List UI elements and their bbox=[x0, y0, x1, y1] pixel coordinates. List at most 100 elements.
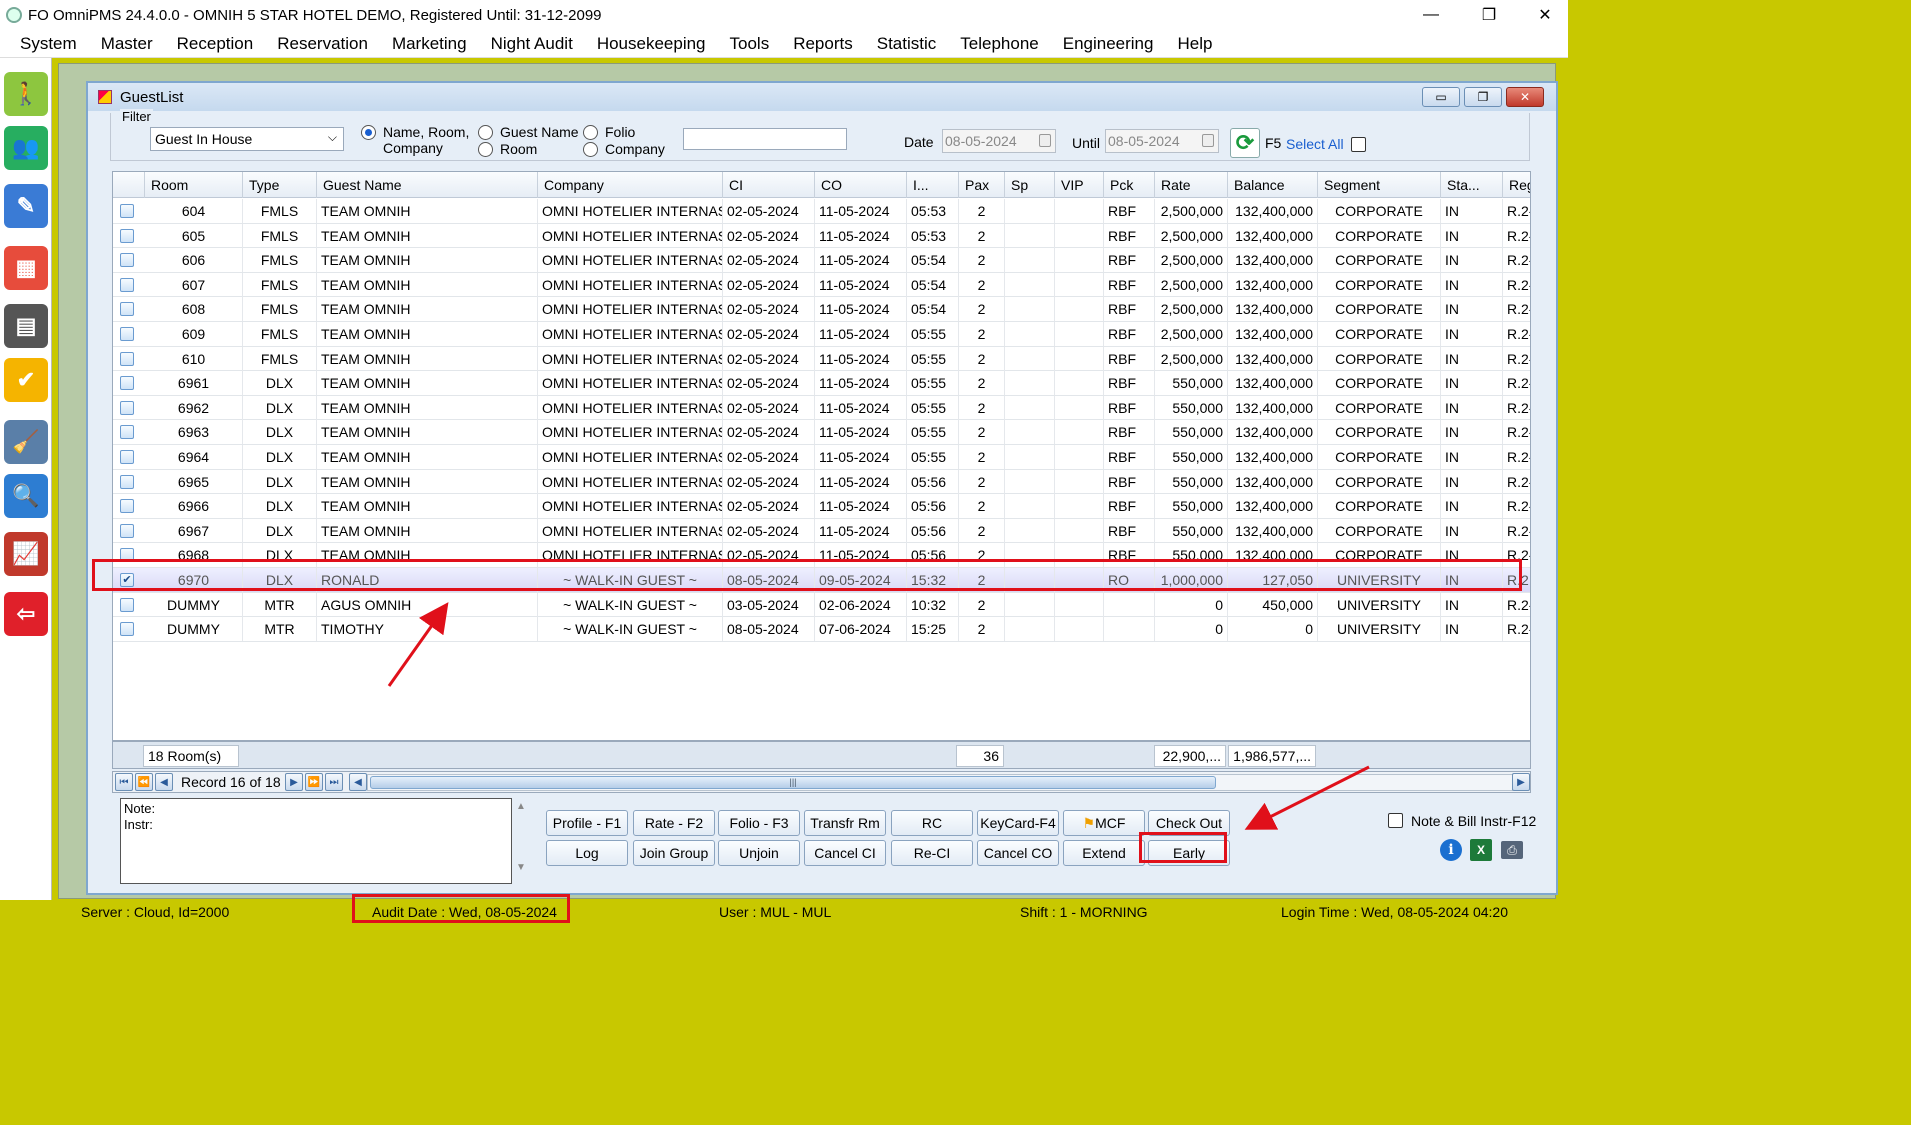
column-header-time[interactable]: I... bbox=[907, 172, 959, 198]
child-close-button[interactable]: ✕ bbox=[1506, 87, 1544, 107]
join-group-button[interactable]: Join Group bbox=[633, 840, 715, 866]
child-minimize-button[interactable]: ▭ bbox=[1422, 87, 1460, 107]
menu-engineering[interactable]: Engineering bbox=[1051, 34, 1166, 54]
row-checkbox[interactable] bbox=[120, 302, 134, 317]
filter-select[interactable]: Guest In House ⌵ bbox=[150, 127, 344, 151]
cancel-ci-button[interactable]: Cancel CI bbox=[804, 840, 886, 866]
menu-statistic[interactable]: Statistic bbox=[865, 34, 949, 54]
menu-marketing[interactable]: Marketing bbox=[380, 34, 479, 54]
transfer-room-button[interactable]: Transfr Rm bbox=[804, 810, 886, 836]
until-field[interactable]: 08-05-2024 bbox=[1105, 129, 1219, 153]
column-header-balance[interactable]: Balance bbox=[1228, 172, 1318, 198]
refresh-button[interactable]: ⟳ bbox=[1230, 128, 1260, 158]
menu-night-audit[interactable]: Night Audit bbox=[479, 34, 585, 54]
row-checkbox[interactable] bbox=[120, 499, 134, 514]
table-row[interactable]: 6963 DLX TEAM OMNIH OMNI HOTELIER INTERNAS.… bbox=[113, 420, 1530, 445]
select-all-link[interactable]: Select All bbox=[1286, 136, 1344, 152]
radio-guest-name[interactable]: Guest Name bbox=[478, 124, 579, 140]
folio-button[interactable]: Folio - F3 bbox=[718, 810, 800, 836]
last-record-icon[interactable]: ⏭ bbox=[325, 773, 343, 791]
row-checkbox[interactable] bbox=[120, 400, 134, 415]
table-row[interactable]: 6962 DLX TEAM OMNIH OMNI HOTELIER INTERNAS.… bbox=[113, 395, 1530, 421]
table-row[interactable]: 6965 DLX TEAM OMNIH OMNI HOTELIER INTERNAS.… bbox=[113, 469, 1530, 495]
extend-button[interactable]: Extend bbox=[1063, 840, 1145, 866]
row-checkbox[interactable] bbox=[120, 327, 134, 341]
table-row[interactable]: 606 FMLS TEAM OMNIH OMNI HOTELIER INTERNAS.… bbox=[113, 248, 1530, 273]
row-checkbox[interactable] bbox=[120, 277, 134, 292]
row-checkbox[interactable] bbox=[120, 204, 134, 218]
row-checkbox[interactable] bbox=[120, 450, 134, 464]
next-page-icon[interactable]: ⏩ bbox=[305, 773, 323, 791]
housekeeping-icon[interactable]: 🧹 bbox=[4, 420, 48, 464]
minimize-button[interactable]: — bbox=[1402, 0, 1460, 30]
table-row[interactable]: 604 FMLS TEAM OMNIH OMNI HOTELIER INTERNAS.… bbox=[113, 199, 1530, 224]
menu-system[interactable]: System bbox=[8, 34, 89, 54]
row-checkbox[interactable] bbox=[120, 253, 134, 268]
exit-icon[interactable]: ⇦ bbox=[4, 592, 48, 636]
row-checkbox[interactable] bbox=[120, 351, 134, 366]
row-checkbox[interactable] bbox=[120, 474, 134, 489]
row-checkbox[interactable] bbox=[120, 523, 134, 538]
calendar-2023-icon[interactable]: ▤ bbox=[4, 304, 48, 348]
radio-name-room-company[interactable]: Name, Room, Company bbox=[361, 124, 469, 156]
unjoin-button[interactable]: Unjoin bbox=[718, 840, 800, 866]
radio-company[interactable]: Company bbox=[583, 141, 665, 157]
table-row[interactable]: 6966 DLX TEAM OMNIH OMNI HOTELIER INTERNAS.… bbox=[113, 494, 1530, 519]
guests-icon[interactable]: 👥 bbox=[4, 126, 48, 170]
row-checkbox[interactable] bbox=[120, 228, 134, 243]
column-header-pck[interactable]: Pck bbox=[1104, 172, 1155, 198]
radio-room[interactable]: Room bbox=[478, 141, 537, 157]
table-row[interactable]: DUMMY MTR AGUS OMNIH ~ WALK-IN GUEST ~03-05… bbox=[113, 592, 1530, 618]
mcf-button[interactable]: ⚑ MCF bbox=[1063, 810, 1145, 836]
close-window-button[interactable]: ✕ bbox=[1516, 0, 1574, 30]
menu-telephone[interactable]: Telephone bbox=[948, 34, 1050, 54]
re-ci-button[interactable]: Re-CI bbox=[891, 840, 973, 866]
prev-record-icon[interactable]: ◀ bbox=[155, 773, 173, 791]
table-row[interactable]: 6961 DLX TEAM OMNIH OMNI HOTELIER INTERNAS.… bbox=[113, 371, 1530, 396]
row-checkbox[interactable] bbox=[120, 425, 134, 440]
restore-button[interactable]: ❐ bbox=[1460, 0, 1518, 30]
select-all-checkbox[interactable] bbox=[1351, 137, 1366, 152]
info-icon[interactable]: i bbox=[1440, 839, 1462, 861]
available-check-icon[interactable]: ✔ bbox=[4, 358, 48, 402]
column-header-vip[interactable]: VIP bbox=[1055, 172, 1104, 198]
rate-button[interactable]: Rate - F2 bbox=[633, 810, 715, 836]
profile-button[interactable]: Profile - F1 bbox=[546, 810, 628, 836]
child-restore-button[interactable]: ❐ bbox=[1464, 87, 1502, 107]
keycard-button[interactable]: KeyCard-F4 bbox=[977, 810, 1059, 836]
cancel-co-button[interactable]: Cancel CO bbox=[977, 840, 1059, 866]
search-input[interactable] bbox=[683, 128, 847, 150]
column-header-status[interactable]: Sta... bbox=[1441, 172, 1503, 198]
room-calendar-icon[interactable]: ▦ bbox=[4, 246, 48, 290]
table-row[interactable]: 608 FMLS TEAM OMNIH OMNI HOTELIER INTERNAS.… bbox=[113, 297, 1530, 322]
table-row[interactable]: 6967 DLX TEAM OMNIH OMNI HOTELIER INTERNAS.… bbox=[113, 518, 1530, 544]
note-scrollbar[interactable]: ▲ ▼ bbox=[516, 801, 530, 881]
report-chart-icon[interactable]: 📈 bbox=[4, 532, 48, 576]
menu-reception[interactable]: Reception bbox=[165, 34, 266, 54]
column-header-reg[interactable]: Reg bbox=[1503, 172, 1530, 198]
column-header-rate[interactable]: Rate bbox=[1155, 172, 1228, 198]
column-header-company[interactable]: Company bbox=[538, 172, 723, 198]
table-row[interactable]: 6964 DLX TEAM OMNIH OMNI HOTELIER INTERNAS.… bbox=[113, 445, 1530, 470]
menu-master[interactable]: Master bbox=[89, 34, 165, 54]
search-analysis-icon[interactable]: 🔍 bbox=[4, 474, 48, 518]
horizontal-scrollbar[interactable]: ||| bbox=[367, 774, 1513, 791]
first-record-icon[interactable]: ⏮ bbox=[115, 773, 133, 791]
next-record-icon[interactable]: ▶ bbox=[285, 773, 303, 791]
printer-icon[interactable]: ⎙ bbox=[1501, 841, 1523, 859]
table-row[interactable]: DUMMY MTR TIMOTHY ~ WALK-IN GUEST ~08-05-20… bbox=[113, 617, 1530, 642]
rc-button[interactable]: RC bbox=[891, 810, 973, 836]
menu-tools[interactable]: Tools bbox=[718, 34, 782, 54]
column-header-segment[interactable]: Segment bbox=[1318, 172, 1441, 198]
walk-in-icon[interactable]: 🚶 bbox=[4, 72, 48, 116]
menu-housekeeping[interactable]: Housekeeping bbox=[585, 34, 718, 54]
excel-icon[interactable]: X bbox=[1470, 839, 1492, 861]
table-row[interactable]: 610 FMLS TEAM OMNIH OMNI HOTELIER INTERNAS.… bbox=[113, 346, 1530, 372]
scroll-left-icon[interactable]: ◀ bbox=[349, 773, 367, 791]
row-checkbox[interactable] bbox=[120, 597, 134, 612]
column-header-room[interactable]: Room bbox=[145, 172, 243, 198]
column-header-guest[interactable]: Guest Name bbox=[317, 172, 538, 198]
row-checkbox[interactable] bbox=[120, 376, 134, 391]
table-row[interactable]: 607 FMLS TEAM OMNIH OMNI HOTELIER INTERNAS.… bbox=[113, 272, 1530, 298]
column-header-type[interactable]: Type bbox=[243, 172, 317, 198]
